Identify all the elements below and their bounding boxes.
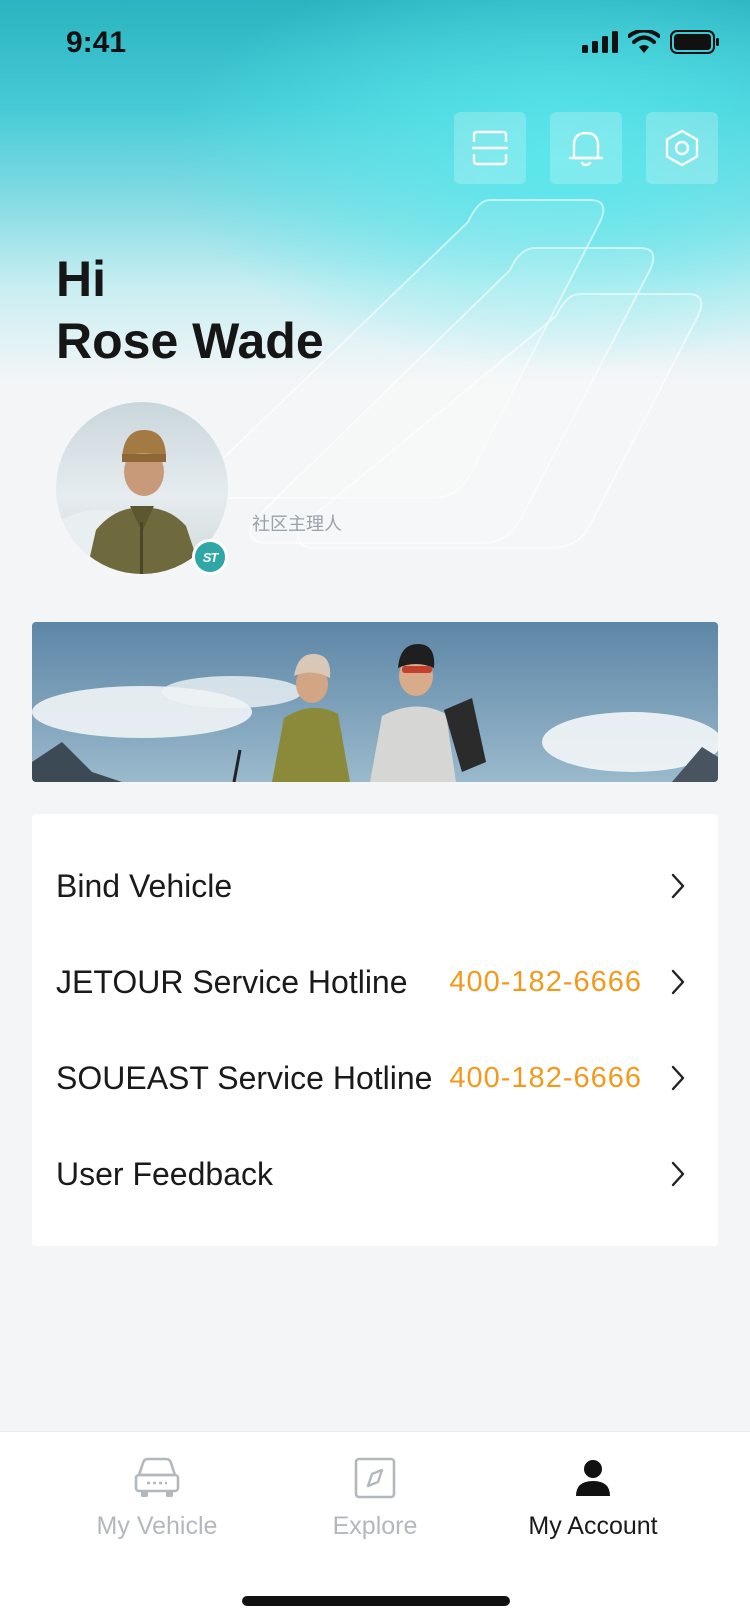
menu-item-label: User Feedback	[56, 1155, 273, 1192]
cellular-signal-icon	[582, 31, 618, 53]
menu-item-label: SOUEAST Service Hotline	[56, 1059, 433, 1096]
scan-button[interactable]	[454, 112, 526, 184]
person-icon	[567, 1452, 619, 1504]
settings-icon	[665, 129, 699, 167]
hotline-number[interactable]: 400-182-6666	[449, 966, 642, 999]
menu-item-label: JETOUR Service Hotline	[56, 963, 408, 1000]
wifi-icon	[628, 30, 660, 53]
menu-card: Bind Vehicle JETOUR Service Hotline 400-…	[32, 814, 718, 1246]
tab-explore[interactable]: Explore	[250, 1432, 500, 1552]
menu-item-jetour-hotline[interactable]: JETOUR Service Hotline 400-182-6666	[32, 934, 718, 1030]
home-indicator	[242, 1596, 510, 1606]
user-name: Rose Wade	[56, 313, 324, 369]
greeting-text: Hi	[56, 251, 106, 307]
menu-item-user-feedback[interactable]: User Feedback	[32, 1126, 718, 1222]
member-badge-icon: ST	[192, 539, 228, 575]
menu-item-label: Bind Vehicle	[56, 867, 233, 904]
user-role: 社区主理人	[252, 514, 342, 534]
settings-button[interactable]	[646, 112, 718, 184]
chevron-right-icon	[671, 969, 685, 995]
status-icons	[582, 30, 720, 54]
tab-label: Explore	[332, 1512, 418, 1540]
banner-image	[32, 622, 718, 782]
battery-icon	[670, 30, 719, 54]
chevron-right-icon	[671, 873, 685, 899]
greeting-block: Hi Rose Wade	[56, 248, 324, 372]
promo-banner[interactable]	[32, 622, 718, 782]
compass-icon	[349, 1452, 401, 1504]
scan-icon	[472, 130, 508, 166]
tab-my-account[interactable]: My Account	[468, 1432, 718, 1552]
status-time: 9:41	[66, 26, 127, 59]
menu-item-bind-vehicle[interactable]: Bind Vehicle	[32, 838, 718, 934]
bell-icon	[568, 131, 604, 167]
menu-item-soueast-hotline[interactable]: SOUEAST Service Hotline 400-182-6666	[32, 1030, 718, 1126]
car-icon	[131, 1452, 183, 1504]
chevron-right-icon	[671, 1161, 685, 1187]
chevron-right-icon	[671, 1065, 685, 1091]
tab-label: My Account	[528, 1512, 658, 1540]
tab-my-vehicle[interactable]: My Vehicle	[32, 1432, 282, 1552]
notifications-button[interactable]	[550, 112, 622, 184]
hotline-number[interactable]: 400-182-6666	[449, 1062, 642, 1095]
tab-label: My Vehicle	[96, 1512, 218, 1540]
